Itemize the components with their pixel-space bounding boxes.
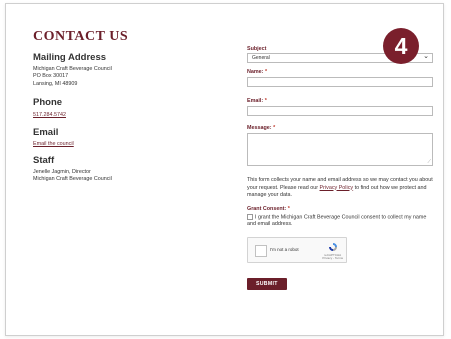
name-label-text: Name: bbox=[247, 69, 264, 75]
address-line: PO Box 30017 bbox=[33, 73, 69, 80]
name-label: Name: * bbox=[247, 69, 433, 75]
recaptcha-footer: reCAPTCHA Privacy - Terms bbox=[322, 253, 343, 261]
address-line: Michigan Craft Beverage Council bbox=[33, 66, 112, 72]
contact-card: CONTACT US Mailing Address Michigan Craf… bbox=[5, 3, 444, 336]
email-label: Email: * bbox=[247, 98, 433, 104]
consent-label: Grant Consent: * bbox=[247, 206, 433, 212]
staff-info: Jenelle Jagmin, Director Michigan Craft … bbox=[33, 169, 228, 184]
email-council-link[interactable]: Email the council bbox=[33, 141, 228, 148]
message-label-text: Message: bbox=[247, 125, 272, 131]
message-textarea[interactable]: ⟋ bbox=[247, 133, 433, 166]
consent-label-text: Grant Consent: bbox=[247, 205, 287, 212]
recaptcha-terms: Privacy - Terms bbox=[322, 256, 343, 261]
mailing-address: Michigan Craft Beverage Council PO Box 3… bbox=[33, 66, 228, 88]
submit-button[interactable]: SUBMIT bbox=[247, 277, 287, 290]
chevron-down-icon: ⌄ bbox=[423, 53, 429, 60]
required-mark: * bbox=[264, 69, 268, 75]
name-input[interactable] bbox=[247, 77, 433, 87]
recaptcha-logo-icon bbox=[329, 242, 337, 251]
recaptcha-checkbox[interactable] bbox=[255, 244, 267, 257]
staff-heading: Staff bbox=[33, 155, 55, 167]
consent-text: I grant the Michigan Craft Beverage Coun… bbox=[247, 213, 427, 228]
consent-row: I grant the Michigan Craft Beverage Coun… bbox=[247, 213, 433, 229]
recaptcha-widget: I'm not a robot reCAPTCHA Privacy - Term… bbox=[247, 236, 347, 263]
phone-link[interactable]: 517.284.5742 bbox=[33, 112, 228, 119]
resize-handle-icon[interactable]: ⟋ bbox=[427, 159, 431, 165]
required-mark: * bbox=[287, 205, 290, 212]
phone-heading: Phone bbox=[33, 97, 63, 109]
required-mark: * bbox=[264, 98, 267, 104]
page-title: CONTACT US bbox=[33, 29, 129, 44]
required-mark: * bbox=[273, 125, 276, 131]
privacy-notice: This form collects your name and email a… bbox=[247, 177, 433, 200]
privacy-policy-link[interactable]: Privacy Policy bbox=[320, 185, 354, 191]
consent-checkbox[interactable] bbox=[247, 213, 253, 220]
staff-line: Michigan Craft Beverage Council bbox=[33, 176, 112, 183]
staff-line: Jenelle Jagmin, Director bbox=[33, 169, 91, 176]
message-label: Message: * bbox=[247, 125, 433, 131]
subject-value: General bbox=[252, 55, 270, 61]
email-input[interactable] bbox=[247, 106, 433, 116]
contact-info: CONTACT US Mailing Address Michigan Craf… bbox=[33, 29, 228, 184]
address-line: Lansing, MI 48909 bbox=[33, 80, 78, 87]
step-number-badge: 4 bbox=[383, 28, 419, 64]
email-label-text: Email: bbox=[247, 98, 264, 104]
recaptcha-label: I'm not a robot bbox=[270, 246, 299, 252]
mailing-address-heading: Mailing Address bbox=[33, 52, 107, 63]
email-heading: Email bbox=[33, 126, 59, 138]
contact-form: Subject General ⌄ Name: * Email: * Messa… bbox=[247, 46, 433, 290]
